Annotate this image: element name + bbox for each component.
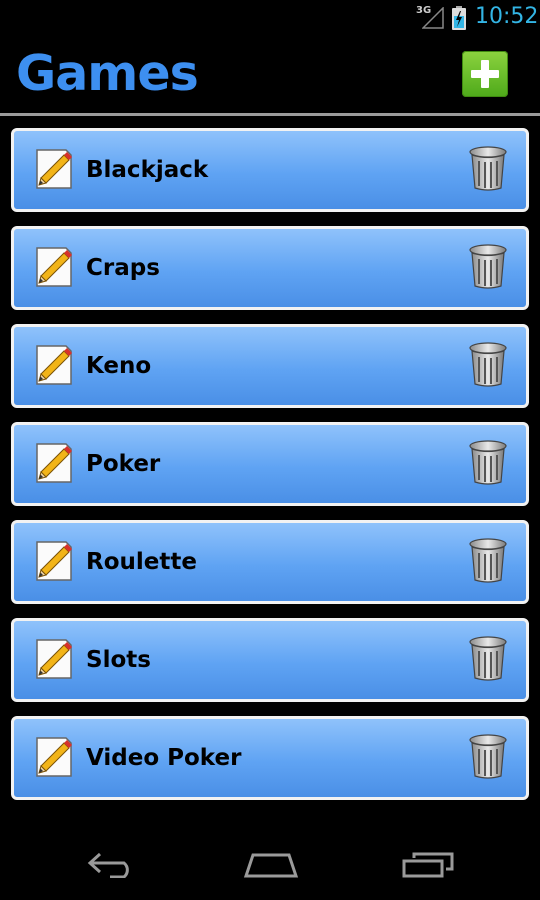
page-title: Games	[16, 45, 199, 102]
header-divider	[0, 113, 540, 116]
game-list-item[interactable]: Roulette	[11, 520, 529, 604]
trash-can-icon[interactable]	[468, 244, 508, 290]
game-list-item[interactable]: Video Poker	[11, 716, 529, 800]
game-label: Craps	[86, 255, 160, 281]
edit-pencil-icon[interactable]	[34, 245, 74, 289]
game-list-item[interactable]: Poker	[11, 422, 529, 506]
trash-can-icon[interactable]	[468, 342, 508, 388]
trash-can-icon[interactable]	[468, 734, 508, 780]
edit-pencil-icon[interactable]	[34, 637, 74, 681]
game-label: Poker	[86, 451, 161, 477]
edit-pencil-icon[interactable]	[34, 343, 74, 387]
signal-icon	[422, 7, 444, 29]
navigation-bar	[0, 820, 540, 900]
game-label: Slots	[86, 647, 151, 673]
trash-can-icon[interactable]	[468, 538, 508, 584]
battery-charging-icon	[452, 6, 466, 30]
trash-can-icon[interactable]	[468, 636, 508, 682]
game-label: Blackjack	[86, 157, 209, 183]
edit-pencil-icon[interactable]	[34, 147, 74, 191]
status-bar: 3G 10:52	[0, 0, 540, 37]
edit-pencil-icon[interactable]	[34, 539, 74, 583]
game-label: Roulette	[86, 549, 197, 575]
game-label: Keno	[86, 353, 152, 379]
trash-can-icon[interactable]	[468, 146, 508, 192]
app-header: Games	[0, 37, 540, 117]
recent-apps-icon[interactable]	[402, 850, 456, 878]
games-list: Blackjack Craps Keno Poker Roulette Slot…	[11, 128, 529, 814]
game-label: Video Poker	[86, 745, 242, 771]
game-list-item[interactable]: Blackjack	[11, 128, 529, 212]
game-list-item[interactable]: Keno	[11, 324, 529, 408]
edit-pencil-icon[interactable]	[34, 735, 74, 779]
game-list-item[interactable]: Slots	[11, 618, 529, 702]
add-game-button[interactable]	[462, 51, 508, 97]
clock: 10:52	[475, 4, 539, 29]
back-icon[interactable]	[86, 850, 138, 878]
trash-can-icon[interactable]	[468, 440, 508, 486]
home-icon[interactable]	[243, 850, 299, 878]
edit-pencil-icon[interactable]	[34, 441, 74, 485]
game-list-item[interactable]: Craps	[11, 226, 529, 310]
